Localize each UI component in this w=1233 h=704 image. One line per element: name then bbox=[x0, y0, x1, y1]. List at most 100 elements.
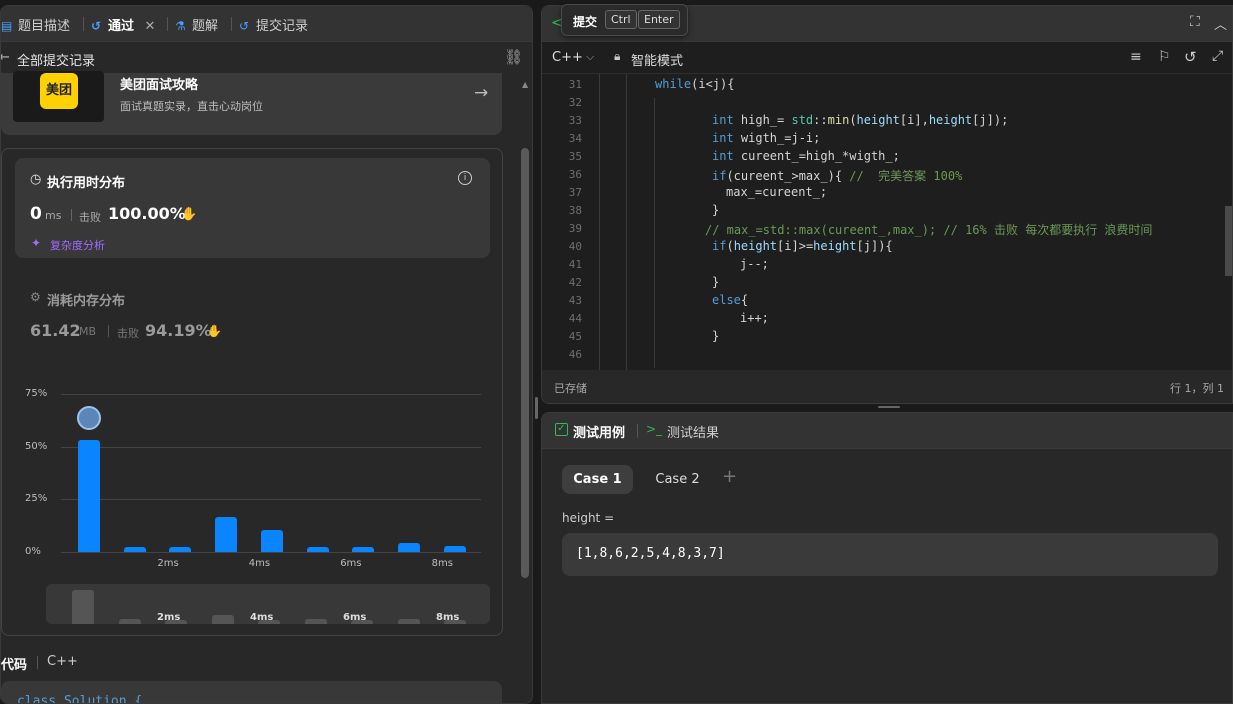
code-line: else{ bbox=[712, 293, 749, 307]
tab-submissions[interactable]: ↺ 提交记录 bbox=[239, 15, 308, 34]
editor-scrollbar-thumb[interactable] bbox=[1225, 206, 1232, 276]
promo-card[interactable]: 美团 美团面试攻略 面试真题实录，直击心动岗位 → bbox=[1, 71, 502, 135]
tab-passed[interactable]: ↺ 通过 ✕ bbox=[91, 15, 155, 34]
chart-bar[interactable] bbox=[306, 546, 329, 552]
case-1-tab[interactable]: Case 1 bbox=[562, 465, 633, 494]
beat-label: 击败 bbox=[117, 327, 139, 340]
grid-line bbox=[61, 552, 481, 553]
code-editor-panel: < ⛶ ︿ C++ ⌵ 🔒︎ 智能模式 ≡ ⚐ ↺ ⤢ 31 while(i<j)… bbox=[541, 5, 1233, 404]
chart-bar[interactable] bbox=[397, 542, 420, 552]
chart-bar[interactable] bbox=[123, 546, 146, 552]
line-number: 36 bbox=[568, 168, 582, 181]
chart-bar[interactable] bbox=[169, 546, 192, 552]
chart-bar[interactable] bbox=[215, 517, 238, 552]
line-number: 45 bbox=[568, 330, 582, 343]
chart-bar[interactable] bbox=[260, 529, 283, 552]
runtime-card[interactable]: ◷ 执行用时分布 i 0 ms 击败 100.00% ✋ ✦ 复杂度分析 bbox=[15, 158, 490, 258]
expand-icon[interactable]: ⤢ bbox=[1212, 48, 1223, 64]
case-2-tab[interactable]: Case 2 bbox=[642, 465, 713, 494]
clock-icon: ◷ bbox=[30, 172, 42, 187]
complexity-analysis-link[interactable]: 复杂度分析 bbox=[50, 237, 105, 253]
terminal-icon: >_ bbox=[646, 422, 663, 436]
indent-guide bbox=[654, 98, 655, 368]
mini-x-tick-label: 8ms bbox=[436, 612, 460, 623]
divider bbox=[37, 656, 38, 669]
fullscreen-icon[interactable]: ⛶ bbox=[1190, 14, 1200, 30]
param-input[interactable]: [1,8,6,2,5,4,8,3,7] bbox=[562, 533, 1218, 576]
all-submissions-link[interactable]: 全部提交记录 bbox=[17, 50, 95, 69]
info-icon[interactable]: i bbox=[458, 171, 472, 185]
code-line: } bbox=[712, 329, 720, 343]
link-icon[interactable]: ⛓ bbox=[504, 48, 523, 66]
runtime-beat-value: 100.00% bbox=[108, 204, 186, 223]
chart-bar[interactable] bbox=[352, 546, 375, 552]
editor-status-bar: 已存储 行 1，列 1 bbox=[542, 370, 1232, 403]
code-first-line: class Solution { bbox=[17, 694, 143, 704]
mini-chart-bar bbox=[72, 590, 94, 624]
code-line: int cureent_=high_*wigth_; bbox=[712, 149, 900, 163]
mini-x-tick-label: 6ms bbox=[343, 612, 367, 623]
testcase-tab-bar: ✓ 测试用例 >_ 测试结果 bbox=[542, 413, 1232, 449]
grid-line bbox=[61, 499, 481, 501]
tab-divider bbox=[167, 17, 168, 31]
submit-tooltip: 提交 Ctrl Enter bbox=[561, 4, 688, 36]
chart-bar[interactable] bbox=[443, 545, 466, 552]
tab-description[interactable]: ▤ 题目描述 bbox=[1, 15, 70, 34]
vertical-splitter-handle[interactable] bbox=[535, 397, 538, 419]
range-selector[interactable]: 2ms 4ms 6ms 8ms bbox=[46, 584, 490, 624]
code-label: 代码 bbox=[1, 658, 28, 673]
line-number: 33 bbox=[568, 114, 582, 127]
kbd-enter: Enter bbox=[638, 10, 680, 29]
promo-subtitle: 面试真题实录，直击心动岗位 bbox=[120, 100, 263, 113]
reset-icon[interactable]: ↺ bbox=[1184, 48, 1197, 66]
memory-beat-value: 94.19% bbox=[145, 321, 212, 340]
grid-line bbox=[61, 394, 481, 395]
smart-mode-toggle[interactable]: 智能模式 bbox=[631, 50, 683, 69]
y-tick-label: 50% bbox=[25, 440, 48, 452]
line-number: 38 bbox=[568, 204, 582, 217]
chevron-down-icon[interactable]: ⌵ bbox=[586, 50, 594, 64]
mini-chart-bar bbox=[211, 614, 234, 624]
line-number: 31 bbox=[568, 78, 582, 91]
memory-title: 消耗内存分布 bbox=[47, 294, 126, 309]
line-number: 43 bbox=[568, 294, 582, 307]
divider bbox=[108, 325, 109, 337]
scrollbar-thumb[interactable] bbox=[521, 148, 529, 578]
code-line: } bbox=[712, 203, 720, 217]
x-tick-label: 6ms bbox=[340, 558, 362, 569]
back-arrow-icon[interactable]: ← bbox=[1, 50, 10, 65]
memory-card[interactable]: ⚙ 消耗内存分布 61.42 MB 击败 94.19% ✋ bbox=[15, 278, 490, 348]
tab-divider bbox=[231, 17, 232, 31]
line-number: 42 bbox=[568, 276, 582, 289]
runtime-title: 执行用时分布 bbox=[47, 176, 126, 191]
testcase-panel: ✓ 测试用例 >_ 测试结果 Case 1 Case 2 + height = … bbox=[541, 412, 1233, 704]
horizontal-splitter-handle[interactable] bbox=[878, 406, 900, 408]
submission-header: ← 全部提交记录 ⛓ bbox=[1, 42, 532, 74]
x-tick-label: 2ms bbox=[157, 558, 179, 569]
tab-solutions[interactable]: ⚗ 题解 bbox=[175, 15, 218, 34]
bookmark-icon[interactable]: ⚐ bbox=[1158, 49, 1171, 65]
add-case-button[interactable]: + bbox=[722, 466, 737, 487]
format-icon[interactable]: ≡ bbox=[1130, 49, 1142, 65]
line-number: 34 bbox=[568, 132, 582, 145]
line-number: 39 bbox=[568, 222, 582, 235]
code-area[interactable]: 31 while(i<j){32 33 int high_= std::min(hei… bbox=[542, 74, 1222, 370]
history-icon: ↺ bbox=[239, 19, 250, 33]
y-tick-label: 75% bbox=[25, 388, 48, 399]
chevron-up-icon[interactable]: ︿ bbox=[1214, 14, 1227, 33]
code-line: while(i<j){ bbox=[655, 77, 735, 91]
tab-testcase[interactable]: 测试用例 bbox=[573, 422, 625, 441]
mini-chart-bar bbox=[397, 619, 420, 624]
close-tab-icon[interactable]: ✕ bbox=[145, 19, 156, 34]
tab-test-result[interactable]: 测试结果 bbox=[667, 422, 719, 441]
divider bbox=[71, 209, 72, 221]
promo-logo: 美团 bbox=[13, 71, 104, 122]
lock-icon: 🔒︎ bbox=[614, 49, 621, 63]
scroll-up-icon[interactable]: ▲ bbox=[522, 80, 528, 89]
language-select[interactable]: C++ bbox=[552, 50, 583, 65]
mini-chart-bar bbox=[304, 619, 327, 624]
editor-toolbar: C++ ⌵ 🔒︎ 智能模式 ≡ ⚐ ↺ ⤢ bbox=[542, 42, 1232, 74]
chart-bar[interactable] bbox=[78, 440, 100, 552]
line-number: 46 bbox=[568, 348, 582, 361]
mini-x-tick-label: 4ms bbox=[250, 612, 274, 623]
